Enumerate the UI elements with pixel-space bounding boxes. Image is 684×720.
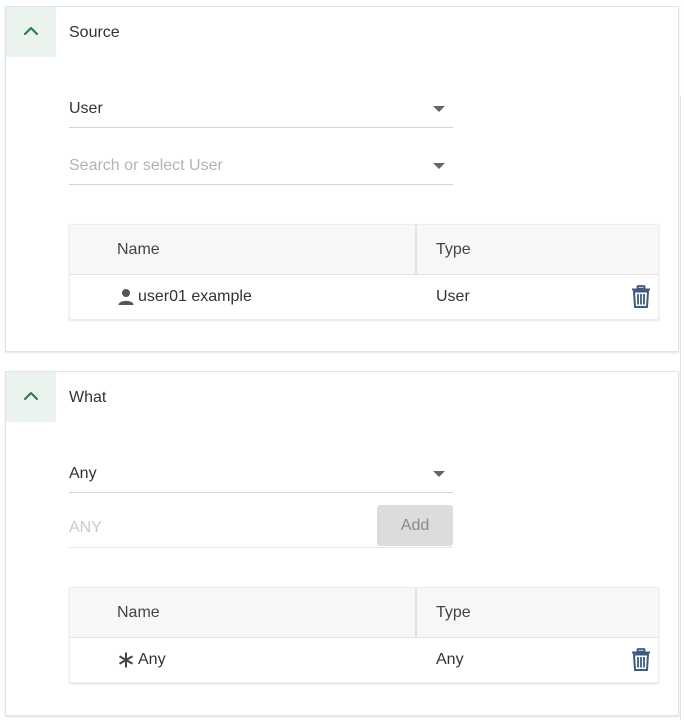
caret-down-icon — [433, 471, 445, 477]
caret-down-icon — [433, 163, 445, 169]
chevron-up-icon — [24, 27, 38, 35]
what-type-select[interactable]: Any — [69, 453, 453, 493]
scroll-edge — [680, 96, 681, 720]
source-table: Name Type user01 example User — [69, 224, 659, 320]
caret-down-icon — [433, 106, 445, 112]
trash-icon — [632, 648, 650, 671]
add-button[interactable]: Add — [377, 505, 453, 546]
source-panel-title: Source — [69, 24, 120, 41]
what-panel-title: What — [69, 389, 107, 406]
source-collapse-button[interactable] — [6, 7, 56, 57]
what-panel: What Any Add Name Type Any — [5, 371, 679, 716]
table-row[interactable]: user01 example User — [70, 275, 658, 319]
column-resize-handle[interactable] — [415, 225, 417, 275]
asterisk-icon — [118, 652, 134, 668]
what-table-header: Name Type — [70, 588, 658, 638]
chevron-up-icon — [24, 392, 38, 400]
column-header-name[interactable]: Name — [117, 603, 160, 623]
source-type-select-value: User — [69, 100, 103, 117]
row-name-cell: Any — [117, 650, 166, 670]
source-table-header: Name Type — [70, 225, 658, 275]
user-icon — [118, 289, 134, 305]
policy-editor-page: Source User Search or select User Name T… — [0, 0, 684, 720]
table-row[interactable]: Any Any — [70, 638, 658, 682]
row-name-cell: user01 example — [117, 287, 252, 307]
source-search-placeholder: Search or select User — [69, 157, 223, 174]
column-header-type[interactable]: Type — [436, 240, 471, 260]
what-collapse-button[interactable] — [6, 372, 56, 422]
row-type-cell: User — [436, 288, 470, 305]
row-type-cell: Any — [436, 651, 464, 668]
delete-row-button[interactable] — [630, 285, 652, 309]
row-name-text: user01 example — [138, 288, 252, 305]
what-type-select-value: Any — [69, 465, 97, 482]
source-type-select[interactable]: User — [69, 88, 453, 128]
what-table: Name Type Any Any — [69, 587, 659, 683]
source-panel-header: Source — [6, 7, 678, 57]
column-header-type[interactable]: Type — [436, 603, 471, 623]
row-name-text: Any — [138, 651, 166, 668]
what-panel-header: What — [6, 372, 678, 422]
source-search-select[interactable]: Search or select User — [69, 145, 453, 185]
trash-icon — [632, 285, 650, 308]
delete-row-button[interactable] — [630, 648, 652, 672]
column-header-name[interactable]: Name — [117, 240, 160, 260]
column-resize-handle[interactable] — [415, 588, 417, 638]
source-panel: Source User Search or select User Name T… — [5, 6, 679, 352]
